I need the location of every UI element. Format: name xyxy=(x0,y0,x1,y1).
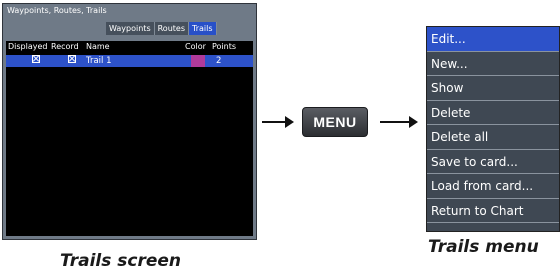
tab-routes[interactable]: Routes xyxy=(154,22,189,35)
column-points: Points xyxy=(212,42,237,51)
menu-caption: Trails menu xyxy=(428,237,539,257)
record-checkbox-icon[interactable] xyxy=(68,55,76,63)
tab-waypoints[interactable]: Waypoints xyxy=(106,22,155,35)
column-name: Name xyxy=(86,42,110,51)
menu-item-return-to-chart[interactable]: Return to Chart xyxy=(427,199,559,223)
screen-title: Waypoints, Routes, Trails xyxy=(7,6,107,15)
trail-points: 2 xyxy=(216,56,222,66)
menu-item-edit[interactable]: Edit... xyxy=(427,27,559,52)
menu-item-new[interactable]: New... xyxy=(427,52,559,76)
column-displayed: Displayed xyxy=(8,42,48,51)
screen-caption: Trails screen xyxy=(60,251,182,271)
trail-list: Trail 1 2 xyxy=(6,53,253,236)
menu-item-delete-all[interactable]: Delete all xyxy=(427,125,559,150)
displayed-checkbox-icon[interactable] xyxy=(32,55,40,63)
trail-name: Trail 1 xyxy=(86,56,112,66)
column-record: Record xyxy=(51,42,79,51)
trails-menu: Edit... New... Show Delete Delete all Sa… xyxy=(426,26,560,232)
menu-item-load-from-card[interactable]: Load from card... xyxy=(427,174,559,199)
column-headers: Displayed Record Name Color Points xyxy=(6,41,253,53)
menu-item-delete[interactable]: Delete xyxy=(427,101,559,125)
menu-item-save-to-card[interactable]: Save to card... xyxy=(427,150,559,174)
tab-trails[interactable]: Trails xyxy=(189,22,217,35)
column-color: Color xyxy=(185,42,206,51)
trails-screen: Waypoints, Routes, Trails Waypoints Rout… xyxy=(2,3,257,240)
tab-bar: Waypoints Routes Trails xyxy=(106,22,217,35)
trail-row[interactable]: Trail 1 2 xyxy=(6,55,253,67)
arrow-right-icon xyxy=(380,116,418,128)
arrow-right-icon xyxy=(262,116,294,128)
trail-color-swatch xyxy=(191,55,205,67)
menu-item-show[interactable]: Show xyxy=(427,76,559,101)
menu-key-button[interactable]: MENU xyxy=(302,107,368,137)
